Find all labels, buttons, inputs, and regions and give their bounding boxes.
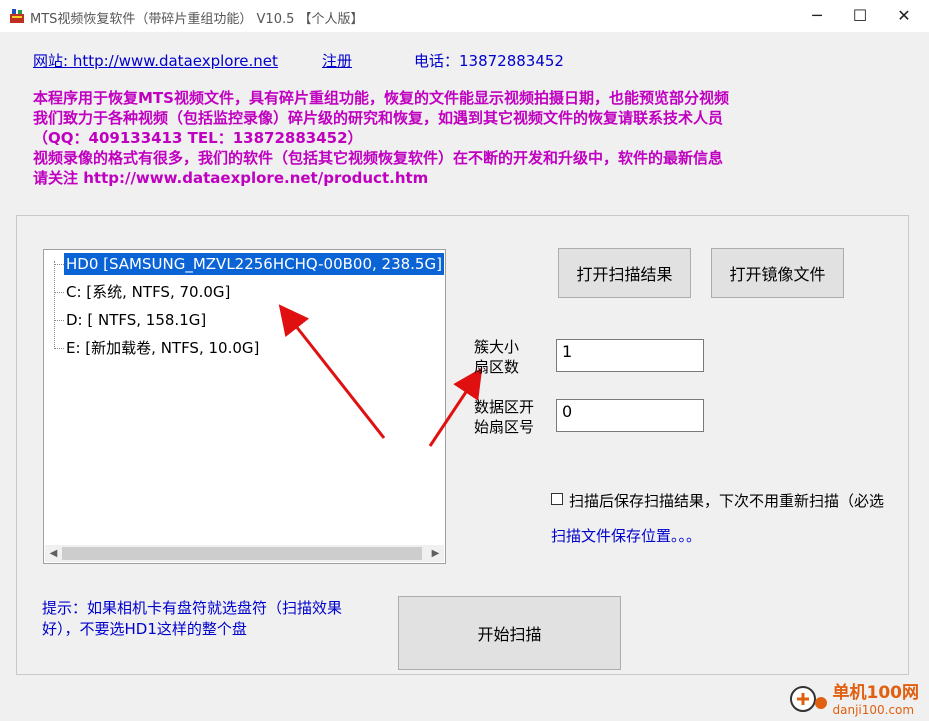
watermark-site-url: danji100.com: [832, 703, 915, 717]
hint-line-2: 好），不要选HD1这样的整个盘: [42, 620, 247, 638]
watermark: 单机100网 danji100.com: [789, 678, 920, 717]
tree-connector: [54, 320, 64, 321]
info-line-3: （QQ：409133413 TEL：13872883452）: [33, 129, 363, 147]
horizontal-scrollbar[interactable]: ◀ ▶: [45, 545, 444, 562]
hint-line-1: 提示：如果相机卡有盘符就选盘符（扫描效果: [42, 599, 343, 617]
tree-item-e[interactable]: E: [新加载卷, NTFS, 10.0G]: [64, 337, 261, 359]
register-link[interactable]: 注册: [322, 50, 352, 71]
scroll-right-icon[interactable]: ▶: [427, 545, 444, 562]
cluster-size-label-2: 扇区数: [474, 358, 520, 376]
close-button[interactable]: ✕: [881, 0, 927, 32]
info-line-4: 视频录像的格式有很多，我们的软件（包括其它视频恢复软件）在不断的开发和升级中，软…: [33, 149, 724, 167]
data-start-label-1: 数据区开: [474, 398, 535, 416]
arrow-to-fields: [428, 367, 483, 447]
watermark-logo-icon: [789, 685, 827, 712]
info-line-1: 本程序用于恢复MTS视频文件，具有碎片重组功能，恢复的文件能显示视频拍摄日期，也…: [33, 89, 729, 107]
tree-connector: [54, 348, 64, 349]
save-result-checkbox[interactable]: [551, 493, 563, 505]
phone-text: 电话：13872883452: [414, 52, 564, 70]
tree-connector: [54, 261, 55, 349]
maximize-button[interactable]: ☐: [837, 0, 883, 32]
save-result-label[interactable]: 扫描后保存扫描结果，下次不用重新扫描（必选: [569, 490, 884, 511]
scroll-left-icon[interactable]: ◀: [45, 545, 62, 562]
arrow-to-tree: [278, 304, 386, 439]
save-location-link[interactable]: 扫描文件保存位置。。。: [551, 525, 911, 546]
title-bar: MTS视频恢复软件（带碎片重组功能） V10.5 【个人版】 ─ ☐ ✕: [0, 0, 929, 32]
data-start-input[interactable]: 0: [556, 399, 704, 432]
app-icon: [9, 8, 25, 24]
cluster-size-input[interactable]: 1: [556, 339, 704, 372]
watermark-site-cn: 单机100网: [832, 683, 920, 703]
open-scan-result-button[interactable]: 打开扫描结果: [558, 248, 691, 298]
scrollbar-thumb[interactable]: [62, 547, 422, 560]
tree-connector: [54, 292, 64, 293]
window-title: MTS视频恢复软件（带碎片重组功能） V10.5 【个人版】: [30, 12, 364, 27]
open-image-file-button[interactable]: 打开镜像文件: [711, 248, 844, 298]
start-scan-button[interactable]: 开始扫描: [398, 596, 621, 670]
cluster-size-label-1: 簇大小: [474, 338, 520, 356]
info-line-5: 请关注 http://www.dataexplore.net/product.h…: [33, 169, 429, 187]
data-start-label-2: 始扇区号: [474, 418, 535, 436]
tree-item-c[interactable]: C: [系统, NTFS, 70.0G]: [64, 281, 232, 303]
tree-item-d[interactable]: D: [ NTFS, 158.1G]: [64, 309, 208, 331]
minimize-button[interactable]: ─: [794, 0, 840, 32]
website-link[interactable]: 网站: http://www.dataexplore.net: [33, 50, 278, 71]
tree-item-hd0[interactable]: HD0 [SAMSUNG_MZVL2256HCHQ-00B00, 238.5G]: [64, 253, 444, 275]
tree-connector: [54, 264, 64, 265]
info-line-2: 我们致力于各种视频（包括监控录像）碎片级的研究和恢复，如遇到其它视频文件的恢复请…: [33, 109, 724, 127]
